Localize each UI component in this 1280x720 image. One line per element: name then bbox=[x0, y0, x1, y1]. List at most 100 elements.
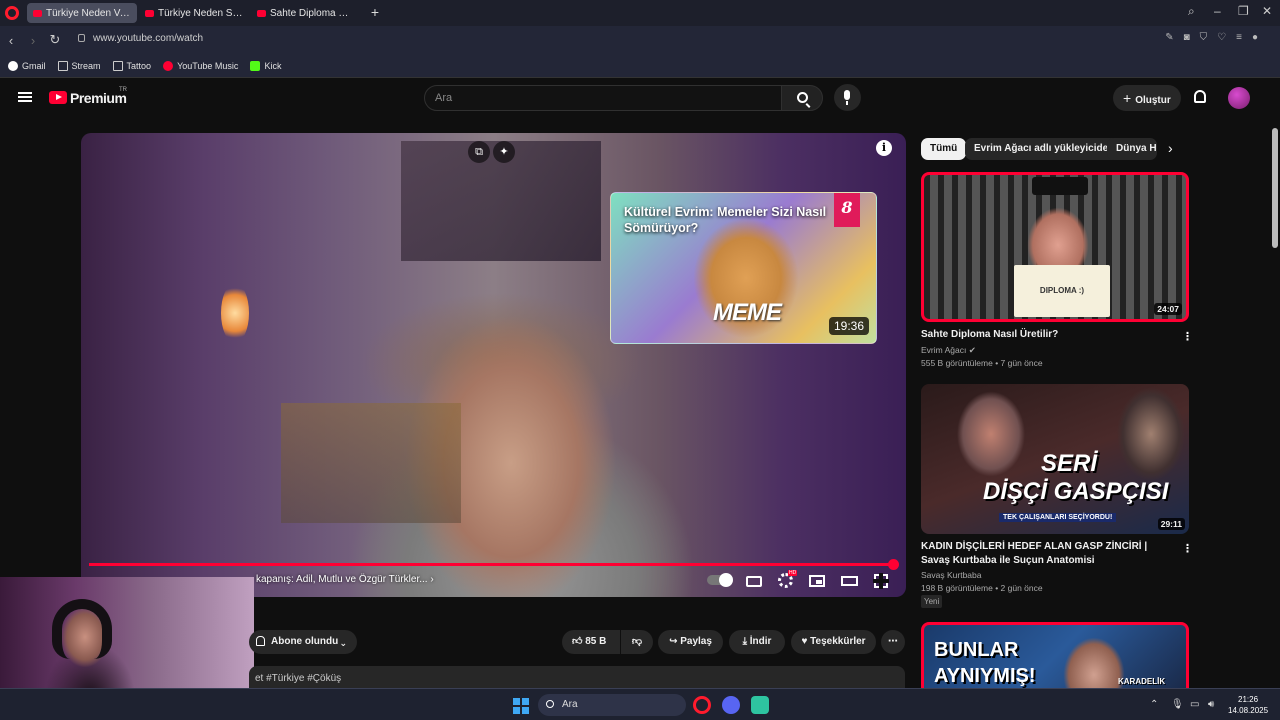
edit-icon[interactable]: ✎ bbox=[1165, 32, 1173, 43]
diploma-sign: DIPLOMA :) bbox=[1014, 265, 1110, 317]
thumb-headline: DİŞÇİ GASPÇISI bbox=[983, 478, 1169, 505]
new-badge: Yeni bbox=[921, 595, 943, 608]
progress-bar[interactable] bbox=[89, 559, 900, 570]
opera-taskbar-icon[interactable] bbox=[693, 696, 711, 714]
new-tab-button[interactable]: + bbox=[367, 5, 383, 21]
taskbar-clock[interactable]: 21:26 14.08.2025 bbox=[1228, 694, 1268, 716]
bookmark-youtube-music[interactable]: YouTube Music bbox=[163, 60, 238, 71]
more-options-icon[interactable]: ⋮ bbox=[1182, 542, 1193, 555]
minimize-icon[interactable]: – bbox=[1214, 4, 1221, 18]
search-input[interactable]: Ara bbox=[424, 85, 782, 111]
video-title[interactable]: Sahte Diploma Nasıl Üretilir? bbox=[921, 328, 1161, 342]
info-icon[interactable]: i bbox=[876, 140, 892, 156]
autoplay-toggle[interactable] bbox=[707, 573, 733, 587]
chevron-right-icon[interactable]: › bbox=[1168, 140, 1173, 156]
fullscreen-icon[interactable] bbox=[873, 573, 889, 589]
youtube-premium-logo[interactable]: Premium bbox=[70, 90, 127, 106]
search-tabs-icon[interactable]: ⌕ bbox=[1188, 4, 1195, 19]
forward-icon[interactable]: › bbox=[22, 33, 44, 48]
avatar[interactable] bbox=[1228, 87, 1250, 109]
more-options-icon[interactable]: ⋮ bbox=[1182, 330, 1193, 343]
video-thumbnail[interactable]: DIPLOMA :) 24:07 bbox=[921, 172, 1189, 322]
subscribed-button[interactable]: Abone olundu ⌄ bbox=[249, 630, 357, 654]
url-field[interactable]: www.youtube.com/watch bbox=[78, 33, 203, 44]
endcard-overlay-text: MEME bbox=[713, 299, 782, 326]
close-icon[interactable]: ✕ bbox=[1262, 4, 1272, 18]
thanks-icon: ♥ bbox=[801, 636, 808, 647]
reload-icon[interactable]: ↻ bbox=[44, 32, 66, 48]
tab-title: Türkiye Neden Sürekli Yan bbox=[158, 7, 243, 19]
bookmark-tattoo[interactable]: Tattoo bbox=[112, 60, 151, 71]
windows-start-icon[interactable] bbox=[513, 698, 529, 714]
endscreen-card[interactable]: Kültürel Evrim: Memeler Sizi Nasıl Sömür… bbox=[610, 192, 877, 344]
dislike-button[interactable]: 👎︎ bbox=[621, 630, 653, 654]
chapter-title[interactable]: kapanış: Adil, Mutlu ve Özgür Türkler...… bbox=[256, 574, 434, 585]
subscribed-label: Abone olundu bbox=[271, 636, 339, 647]
tray-chevron-icon[interactable]: ⌃ bbox=[1150, 699, 1158, 710]
video-title[interactable]: KADIN DİŞÇİLERİ HEDEF ALAN GASP ZİNCİRİ … bbox=[921, 540, 1161, 568]
plus-icon: + bbox=[1123, 90, 1132, 106]
browser-tab[interactable]: Türkiye Neden Vahşileşti? bbox=[27, 3, 137, 23]
like-count: 85 B bbox=[585, 636, 607, 647]
heart-icon[interactable]: ♡ bbox=[1217, 32, 1226, 43]
volume-icon[interactable]: 🔊︎ bbox=[1208, 699, 1214, 710]
miniplayer-icon[interactable] bbox=[809, 575, 825, 587]
share-button[interactable]: ↪ Paylaş bbox=[658, 630, 723, 654]
kick-icon bbox=[250, 60, 261, 71]
bookmark-label: Kick bbox=[264, 60, 282, 71]
back-icon[interactable]: ‹ bbox=[0, 33, 22, 48]
voice-search-button[interactable] bbox=[834, 84, 861, 111]
progress-fill bbox=[89, 559, 900, 570]
opera-logo-icon[interactable] bbox=[5, 6, 19, 20]
lamp bbox=[221, 283, 249, 343]
scrubber-handle[interactable] bbox=[888, 559, 900, 570]
thumbs-up-icon: 👍︎ bbox=[572, 636, 583, 647]
scrollbar-thumb[interactable] bbox=[1272, 128, 1278, 248]
folder-icon bbox=[112, 60, 123, 71]
page-scrollbar[interactable] bbox=[1270, 78, 1280, 688]
youtube-logo-icon[interactable] bbox=[49, 91, 67, 104]
bookmark-stream[interactable]: Stream bbox=[57, 60, 101, 71]
thumb-headline: SERİ bbox=[1041, 450, 1098, 477]
thanks-button[interactable]: ♥ Teşekkürler bbox=[791, 630, 876, 654]
create-button[interactable]: + Oluştur bbox=[1113, 85, 1181, 111]
list-icon[interactable]: ≡ bbox=[1236, 32, 1242, 43]
menu-icon[interactable] bbox=[18, 92, 32, 102]
like-button[interactable]: 👍︎ 85 B bbox=[562, 630, 620, 654]
download-icon: ⤓ bbox=[742, 636, 747, 647]
camera-icon[interactable]: ◙ bbox=[1184, 32, 1190, 43]
channel-label: Evrim Ağacı bbox=[921, 345, 967, 355]
shield-icon[interactable]: ⛉ bbox=[1200, 32, 1208, 43]
download-button[interactable]: ⤓ İndir bbox=[729, 630, 785, 654]
add-to-queue-icon[interactable]: ⧉ bbox=[468, 141, 490, 163]
more-actions-button[interactable]: ⋯ bbox=[881, 630, 905, 654]
channel-name[interactable]: Savaş Kurtbaba bbox=[921, 570, 981, 580]
video-thumbnail[interactable]: SERİ DİŞÇİ GASPÇISI TEK ÇALIŞANLARI SEÇİ… bbox=[921, 384, 1189, 534]
chip-world[interactable]: Dünya H bbox=[1107, 138, 1157, 160]
description-box[interactable]: et #Türkiye #Çöküş bbox=[249, 666, 905, 690]
share-icon: ↪ bbox=[669, 636, 678, 647]
thumb-headline: BUNLAR bbox=[934, 639, 1019, 661]
display-icon[interactable]: ▭ bbox=[1190, 699, 1199, 710]
bookmark-gmail[interactable]: Gmail bbox=[8, 60, 46, 71]
chip-uploader[interactable]: Evrim Ağacı adlı yükleyiciden bbox=[965, 138, 1124, 160]
browser-tab[interactable]: Türkiye Neden Sürekli Yan bbox=[139, 3, 249, 23]
taskbar-search[interactable]: Ara bbox=[538, 694, 686, 716]
profile-icon[interactable]: ● bbox=[1252, 32, 1258, 43]
sparkle-icon[interactable]: ✦ bbox=[493, 141, 515, 163]
microphone-icon[interactable]: 🎙︎ bbox=[1171, 699, 1184, 710]
discord-taskbar-icon[interactable] bbox=[722, 696, 740, 714]
theater-mode-icon[interactable] bbox=[841, 576, 858, 586]
maximize-icon[interactable]: ❐ bbox=[1238, 4, 1249, 18]
video-thumbnail[interactable]: BUNLAR AYNIYMIŞ! KARADELİK bbox=[921, 622, 1189, 688]
search-button[interactable] bbox=[781, 85, 823, 111]
browser-tab[interactable]: Sahte Diploma Nasıl Üreti bbox=[251, 3, 361, 23]
notifications-icon[interactable] bbox=[1194, 90, 1206, 103]
channel-name[interactable]: Evrim Ağacı ✔ bbox=[921, 345, 976, 356]
bookmark-kick[interactable]: Kick bbox=[250, 60, 282, 71]
video-player[interactable]: ⧉ ✦ i Kültürel Evrim: Memeler Sizi Nasıl… bbox=[81, 133, 906, 597]
subtitles-icon[interactable] bbox=[746, 576, 762, 587]
chip-all[interactable]: Tümü bbox=[921, 138, 967, 160]
app-taskbar-icon[interactable] bbox=[751, 696, 769, 714]
clock-date: 14.08.2025 bbox=[1228, 706, 1269, 715]
